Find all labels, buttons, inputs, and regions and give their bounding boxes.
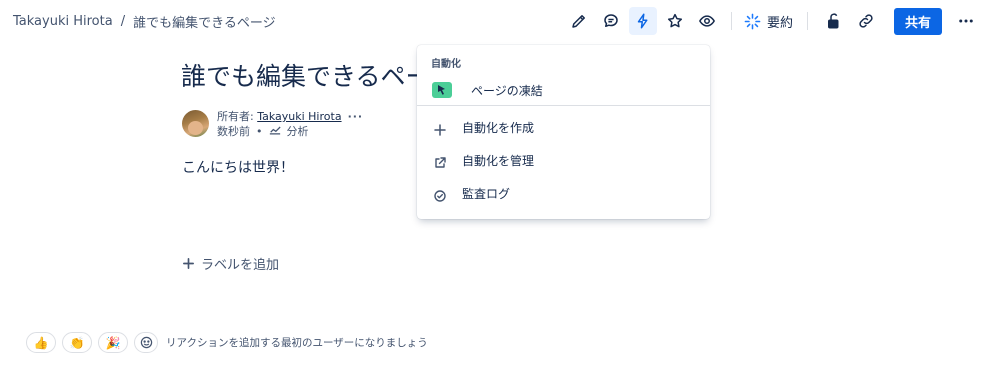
add-label-button[interactable]: ラベルを追加	[182, 254, 279, 273]
plus-icon	[434, 121, 446, 136]
watch-button[interactable]	[693, 7, 721, 35]
comment-button[interactable]	[597, 7, 625, 35]
unlock-icon	[827, 13, 839, 29]
automation-button[interactable]	[628, 7, 657, 35]
reaction-party[interactable]: 🎉	[98, 332, 128, 353]
owner-prefix: 所有者:	[217, 110, 258, 123]
reaction-thumbs-up[interactable]: 👍	[26, 332, 56, 353]
byline-dot: •	[256, 125, 263, 138]
more-icon	[959, 19, 973, 23]
rule-freeze-page[interactable]: ページの凍結	[417, 74, 710, 105]
page-byline: 所有者: Takayuki Hirota ··· 数秒前 • 分析	[182, 110, 363, 139]
add-reaction-button[interactable]	[134, 332, 158, 353]
page-title: 誰でも編集できるペー	[181, 62, 431, 91]
reaction-hint: リアクションを追加する最初のユーザーになりましょう	[166, 337, 428, 349]
edit-icon	[572, 15, 585, 28]
reactions-bar: 👍 👏 🎉 リアクションを追加する最初のユーザーになりましょう	[26, 332, 428, 353]
last-updated: 数秒前	[217, 125, 250, 138]
star-button[interactable]	[661, 7, 689, 35]
copy-link-button[interactable]	[852, 7, 880, 35]
menu-item-label: 自動化を作成	[462, 121, 535, 135]
link-icon	[859, 14, 873, 28]
star-icon	[667, 13, 683, 28]
external-link-icon	[434, 154, 446, 168]
summarize-button[interactable]: 要約	[740, 7, 797, 35]
add-label-text: ラベルを追加	[201, 258, 280, 273]
menu-item-audit-log[interactable]: 監査ログ	[417, 177, 710, 209]
restrictions-button[interactable]	[820, 7, 848, 35]
rule-icon	[432, 82, 452, 98]
edit-button[interactable]	[565, 7, 593, 35]
byline-text: 所有者: Takayuki Hirota ··· 数秒前 • 分析	[217, 109, 363, 139]
ai-sparkle-icon	[744, 13, 761, 29]
emoji-add-icon	[140, 336, 152, 349]
analytics-icon	[269, 124, 281, 139]
breadcrumb-separator: /	[120, 14, 126, 29]
toolbar-divider	[730, 12, 732, 30]
share-button[interactable]: 共有	[893, 7, 942, 35]
reaction-clap[interactable]: 👏	[62, 332, 92, 353]
toolbar-divider	[806, 12, 808, 30]
automation-menu-heading: 自動化	[431, 59, 461, 70]
menu-item-create-automation[interactable]: 自動化を作成	[417, 111, 710, 143]
plus-icon	[183, 258, 194, 269]
menu-item-label: 自動化を管理	[462, 154, 535, 168]
menu-item-manage-automation[interactable]: 自動化を管理	[417, 144, 710, 176]
breadcrumb-page[interactable]: 誰でも編集できるページ	[133, 12, 275, 31]
page-body-text: こんにちは世界！	[182, 160, 294, 176]
automation-menu: 自動化 ページの凍結 自動化を作成 自動化を管理 監査ログ	[417, 45, 710, 219]
analytics-link[interactable]: 分析	[287, 124, 309, 139]
avatar[interactable]	[182, 110, 209, 137]
comment-icon	[604, 14, 618, 27]
byline-more-button[interactable]: ···	[348, 110, 364, 123]
owner-link[interactable]: Takayuki Hirota	[257, 110, 341, 123]
automation-icon	[637, 13, 648, 29]
confluence-page: Takayuki Hirota / 誰でも編集できるページ 要約 共有 誰でも編…	[0, 0, 1000, 366]
cursor-click-icon	[438, 85, 445, 95]
more-actions-button[interactable]	[952, 7, 980, 35]
check-circle-icon	[434, 187, 446, 202]
page-toolbar: 要約 共有	[561, 6, 980, 36]
menu-divider	[417, 105, 710, 106]
breadcrumb: Takayuki Hirota / 誰でも編集できるページ	[13, 12, 276, 31]
menu-item-label: 監査ログ	[462, 187, 511, 201]
watch-icon	[698, 15, 715, 27]
summarize-label: 要約	[766, 15, 793, 31]
rule-label: ページの凍結	[471, 84, 543, 98]
breadcrumb-space[interactable]: Takayuki Hirota	[13, 14, 113, 29]
